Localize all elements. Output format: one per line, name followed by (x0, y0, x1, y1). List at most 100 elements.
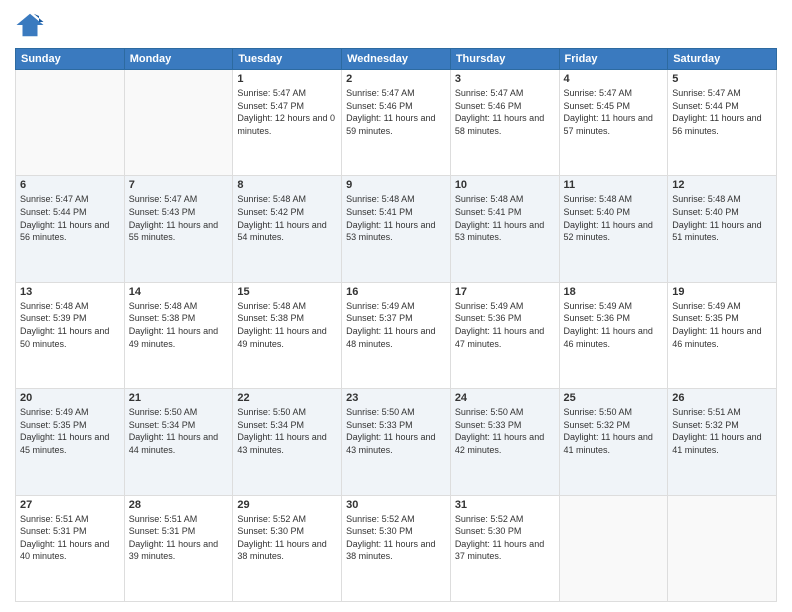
day-info: Sunrise: 5:49 AMSunset: 5:35 PMDaylight:… (672, 300, 772, 350)
day-number: 3 (455, 73, 555, 85)
day-number: 15 (237, 286, 337, 298)
calendar-week-row: 1Sunrise: 5:47 AMSunset: 5:47 PMDaylight… (16, 70, 777, 176)
day-info: Sunrise: 5:49 AMSunset: 5:36 PMDaylight:… (455, 300, 555, 350)
calendar-cell (559, 495, 668, 601)
calendar-cell (668, 495, 777, 601)
day-number: 1 (237, 73, 337, 85)
day-info: Sunrise: 5:51 AMSunset: 5:32 PMDaylight:… (672, 406, 772, 456)
weekday-header: Wednesday (342, 49, 451, 70)
day-info: Sunrise: 5:50 AMSunset: 5:33 PMDaylight:… (346, 406, 446, 456)
day-number: 5 (672, 73, 772, 85)
day-number: 9 (346, 179, 446, 191)
day-number: 11 (564, 179, 664, 191)
calendar-cell: 15 Sunrise: 5:48 AMSunset: 5:38 PMDayligh… (233, 282, 342, 388)
calendar-cell: 13 Sunrise: 5:48 AMSunset: 5:39 PMDayligh… (16, 282, 125, 388)
calendar-cell: 7Sunrise: 5:47 AMSunset: 5:43 PMDaylight… (124, 176, 233, 282)
day-number: 13 (20, 286, 120, 298)
weekday-header: Saturday (668, 49, 777, 70)
day-info: Sunrise: 5:47 AMSunset: 5:45 PMDaylight:… (564, 87, 664, 137)
day-number: 7 (129, 179, 229, 191)
calendar-cell: 10 Sunrise: 5:48 AMSunset: 5:41 PMDayligh… (450, 176, 559, 282)
day-number: 24 (455, 392, 555, 404)
calendar-cell: 23 Sunrise: 5:50 AMSunset: 5:33 PMDayligh… (342, 389, 451, 495)
day-info: Sunrise: 5:50 AMSunset: 5:34 PMDaylight:… (129, 406, 229, 456)
weekday-header: Friday (559, 49, 668, 70)
day-number: 28 (129, 499, 229, 511)
calendar-cell: 11Sunrise: 5:48 AMSunset: 5:40 PMDayligh… (559, 176, 668, 282)
day-number: 20 (20, 392, 120, 404)
calendar-cell: 24 Sunrise: 5:50 AMSunset: 5:33 PMDayligh… (450, 389, 559, 495)
day-info: Sunrise: 5:47 AMSunset: 5:44 PMDaylight:… (672, 87, 772, 137)
calendar-cell: 9 Sunrise: 5:48 AMSunset: 5:41 PMDaylight… (342, 176, 451, 282)
day-info: Sunrise: 5:49 AMSunset: 5:35 PMDaylight:… (20, 406, 120, 456)
day-number: 19 (672, 286, 772, 298)
day-info: Sunrise: 5:48 AMSunset: 5:38 PMDaylight:… (237, 300, 337, 350)
weekday-header: Thursday (450, 49, 559, 70)
day-number: 25 (564, 392, 664, 404)
calendar-cell: 4Sunrise: 5:47 AMSunset: 5:45 PMDaylight… (559, 70, 668, 176)
calendar-table: SundayMondayTuesdayWednesdayThursdayFrid… (15, 48, 777, 602)
calendar-week-row: 13 Sunrise: 5:48 AMSunset: 5:39 PMDayligh… (16, 282, 777, 388)
calendar-cell: 17 Sunrise: 5:49 AMSunset: 5:36 PMDayligh… (450, 282, 559, 388)
calendar-cell: 22 Sunrise: 5:50 AMSunset: 5:34 PMDayligh… (233, 389, 342, 495)
calendar-header-row: SundayMondayTuesdayWednesdayThursdayFrid… (16, 49, 777, 70)
day-info: Sunrise: 5:48 AMSunset: 5:41 PMDaylight:… (455, 193, 555, 243)
day-number: 31 (455, 499, 555, 511)
day-info: Sunrise: 5:52 AMSunset: 5:30 PMDaylight:… (237, 513, 337, 563)
day-number: 2 (346, 73, 446, 85)
weekday-header: Tuesday (233, 49, 342, 70)
day-number: 17 (455, 286, 555, 298)
calendar-cell: 16Sunrise: 5:49 AMSunset: 5:37 PMDayligh… (342, 282, 451, 388)
day-number: 22 (237, 392, 337, 404)
day-number: 12 (672, 179, 772, 191)
day-info: Sunrise: 5:48 AMSunset: 5:39 PMDaylight:… (20, 300, 120, 350)
calendar-cell: 18Sunrise: 5:49 AMSunset: 5:36 PMDayligh… (559, 282, 668, 388)
calendar-cell: 5 Sunrise: 5:47 AMSunset: 5:44 PMDaylight… (668, 70, 777, 176)
header (15, 10, 777, 40)
calendar-cell: 26 Sunrise: 5:51 AMSunset: 5:32 PMDayligh… (668, 389, 777, 495)
calendar-cell: 25 Sunrise: 5:50 AMSunset: 5:32 PMDayligh… (559, 389, 668, 495)
day-info: Sunrise: 5:52 AMSunset: 5:30 PMDaylight:… (455, 513, 555, 563)
calendar-cell: 8 Sunrise: 5:48 AMSunset: 5:42 PMDaylight… (233, 176, 342, 282)
day-info: Sunrise: 5:50 AMSunset: 5:33 PMDaylight:… (455, 406, 555, 456)
day-info: Sunrise: 5:51 AMSunset: 5:31 PMDaylight:… (129, 513, 229, 563)
day-number: 10 (455, 179, 555, 191)
day-number: 18 (564, 286, 664, 298)
day-info: Sunrise: 5:48 AMSunset: 5:41 PMDaylight:… (346, 193, 446, 243)
calendar-cell: 28 Sunrise: 5:51 AMSunset: 5:31 PMDayligh… (124, 495, 233, 601)
page: SundayMondayTuesdayWednesdayThursdayFrid… (0, 0, 792, 612)
day-number: 23 (346, 392, 446, 404)
day-info: Sunrise: 5:50 AMSunset: 5:34 PMDaylight:… (237, 406, 337, 456)
day-info: Sunrise: 5:47 AMSunset: 5:46 PMDaylight:… (455, 87, 555, 137)
calendar-cell: 14Sunrise: 5:48 AMSunset: 5:38 PMDayligh… (124, 282, 233, 388)
day-info: Sunrise: 5:52 AMSunset: 5:30 PMDaylight:… (346, 513, 446, 563)
calendar-cell: 21 Sunrise: 5:50 AMSunset: 5:34 PMDayligh… (124, 389, 233, 495)
day-number: 21 (129, 392, 229, 404)
day-info: Sunrise: 5:47 AMSunset: 5:44 PMDaylight:… (20, 193, 120, 243)
weekday-header: Sunday (16, 49, 125, 70)
day-info: Sunrise: 5:50 AMSunset: 5:32 PMDaylight:… (564, 406, 664, 456)
calendar-cell: 19 Sunrise: 5:49 AMSunset: 5:35 PMDayligh… (668, 282, 777, 388)
calendar-cell: 12 Sunrise: 5:48 AMSunset: 5:40 PMDayligh… (668, 176, 777, 282)
calendar-week-row: 6Sunrise: 5:47 AMSunset: 5:44 PMDaylight… (16, 176, 777, 282)
day-number: 14 (129, 286, 229, 298)
calendar-cell: 29 Sunrise: 5:52 AMSunset: 5:30 PMDayligh… (233, 495, 342, 601)
day-info: Sunrise: 5:48 AMSunset: 5:40 PMDaylight:… (672, 193, 772, 243)
day-number: 30 (346, 499, 446, 511)
weekday-header: Monday (124, 49, 233, 70)
day-info: Sunrise: 5:49 AMSunset: 5:37 PMDaylight:… (346, 300, 446, 350)
day-number: 8 (237, 179, 337, 191)
logo-icon (15, 10, 45, 40)
calendar-cell: 31 Sunrise: 5:52 AMSunset: 5:30 PMDayligh… (450, 495, 559, 601)
calendar-cell: 6Sunrise: 5:47 AMSunset: 5:44 PMDaylight… (16, 176, 125, 282)
logo (15, 10, 49, 40)
calendar-cell: 30 Sunrise: 5:52 AMSunset: 5:30 PMDayligh… (342, 495, 451, 601)
day-info: Sunrise: 5:48 AMSunset: 5:42 PMDaylight:… (237, 193, 337, 243)
day-number: 29 (237, 499, 337, 511)
day-number: 26 (672, 392, 772, 404)
calendar-cell: 20 Sunrise: 5:49 AMSunset: 5:35 PMDayligh… (16, 389, 125, 495)
calendar-cell: 2Sunrise: 5:47 AMSunset: 5:46 PMDaylight… (342, 70, 451, 176)
day-number: 27 (20, 499, 120, 511)
calendar-cell (16, 70, 125, 176)
calendar-cell (124, 70, 233, 176)
